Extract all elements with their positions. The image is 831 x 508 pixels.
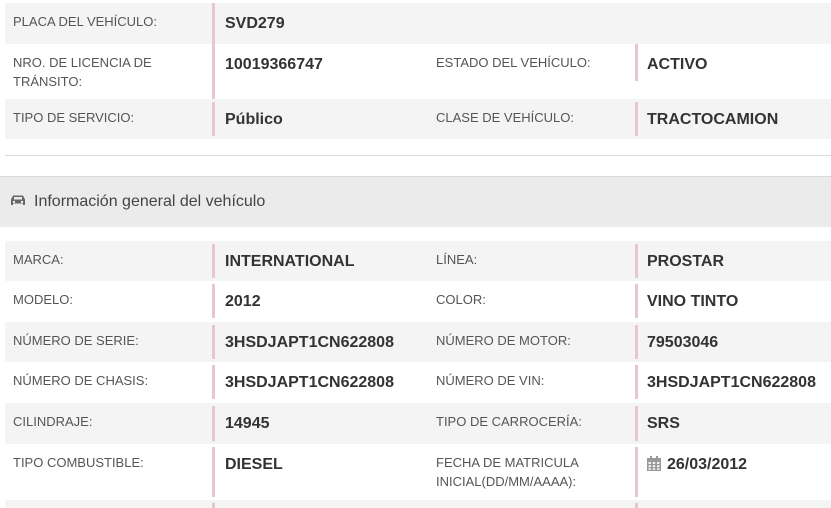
separator [212, 406, 215, 441]
label-licencia: NRO. DE LICENCIA DE TRÁNSITO: [13, 55, 152, 89]
value-fecha-matricula: 26/03/2012 [667, 456, 748, 473]
car-icon [11, 195, 25, 205]
separator [212, 325, 215, 359]
value-servicio: Público [225, 111, 283, 128]
info-row: CILINDRAJE: 14945 TIPO DE CARROCERÍA: SR… [5, 403, 831, 444]
separator [635, 503, 638, 508]
label-combustible: TIPO COMBUSTIBLE: [13, 455, 144, 470]
info-row-partial [5, 500, 831, 508]
value-estado: ACTIVO [647, 56, 708, 73]
info-row-placa: PLACA DEL VEHÍCULO: SVD279 [5, 3, 831, 44]
separator [635, 44, 638, 81]
label-carroceria: TIPO DE CARROCERÍA: [436, 414, 582, 429]
separator [212, 447, 215, 497]
value-carroceria: SRS [647, 415, 680, 432]
value-color: VINO TINTO [647, 293, 739, 310]
separator [212, 3, 215, 44]
value-marca: INTERNATIONAL [225, 253, 355, 270]
label-clase: CLASE DE VEHÍCULO: [436, 110, 574, 125]
separator [212, 244, 215, 278]
value-licencia: 10019366747 [225, 56, 323, 73]
info-row: NÚMERO DE SERIE: 3HSDJAPT1CN622808 NÚMER… [5, 322, 831, 362]
label-chasis: NÚMERO DE CHASIS: [13, 373, 149, 388]
label-marca: MARCA: [13, 252, 64, 267]
info-row: MARCA: INTERNATIONAL LÍNEA: PROSTAR [5, 241, 831, 281]
value-vin: 3HSDJAPT1CN622808 [647, 374, 816, 391]
label-placa: PLACA DEL VEHÍCULO: [13, 14, 158, 29]
label-linea: LÍNEA: [436, 252, 478, 267]
label-modelo: MODELO: [13, 292, 73, 307]
separator [635, 102, 638, 136]
label-estado: ESTADO DEL VEHÍCULO: [436, 55, 591, 70]
separator [635, 365, 638, 399]
value-chasis: 3HSDJAPT1CN622808 [225, 374, 394, 391]
calendar-icon [647, 456, 661, 471]
label-color: COLOR: [436, 292, 486, 307]
separator [635, 447, 638, 497]
separator [635, 244, 638, 278]
label-fecha-matricula: FECHA DE MATRICULA INICIAL(DD/MM/AAAA): [436, 455, 579, 489]
value-clase: TRACTOCAMION [647, 111, 779, 128]
label-motor: NÚMERO DE MOTOR: [436, 333, 571, 348]
label-vin: NÚMERO DE VIN: [436, 373, 545, 388]
info-row: NÚMERO DE CHASIS: 3HSDJAPT1CN622808 NÚME… [5, 362, 831, 403]
separator [212, 284, 215, 318]
separator [212, 102, 215, 136]
label-serie: NÚMERO DE SERIE: [13, 333, 139, 348]
value-serie: 3HSDJAPT1CN622808 [225, 334, 394, 351]
value-placa: SVD279 [225, 15, 285, 32]
label-servicio: TIPO DE SERVICIO: [13, 110, 135, 125]
value-modelo: 2012 [225, 293, 261, 310]
info-row-servicio: TIPO DE SERVICIO: Público CLASE DE VEHÍC… [5, 99, 831, 139]
separator [635, 406, 638, 441]
separator [635, 284, 638, 318]
value-cilindraje: 14945 [225, 415, 270, 432]
section-title: Información general del vehículo [34, 193, 266, 210]
section-header: Información general del vehículo [0, 176, 831, 227]
separator [635, 325, 638, 359]
label-cilindraje: CILINDRAJE: [13, 414, 93, 429]
value-linea: PROSTAR [647, 253, 725, 270]
separator [212, 365, 215, 399]
info-row: TIPO COMBUSTIBLE: DIESEL FECHA DE MATRIC… [5, 444, 831, 500]
info-row: MODELO: 2012 COLOR: VINO TINTO [5, 281, 831, 322]
value-combustible: DIESEL [225, 456, 283, 473]
divider [5, 155, 831, 156]
separator [212, 44, 215, 99]
info-row-licencia: NRO. DE LICENCIA DE TRÁNSITO: 1001936674… [5, 44, 831, 99]
value-motor: 79503046 [647, 334, 719, 351]
separator [212, 503, 215, 508]
